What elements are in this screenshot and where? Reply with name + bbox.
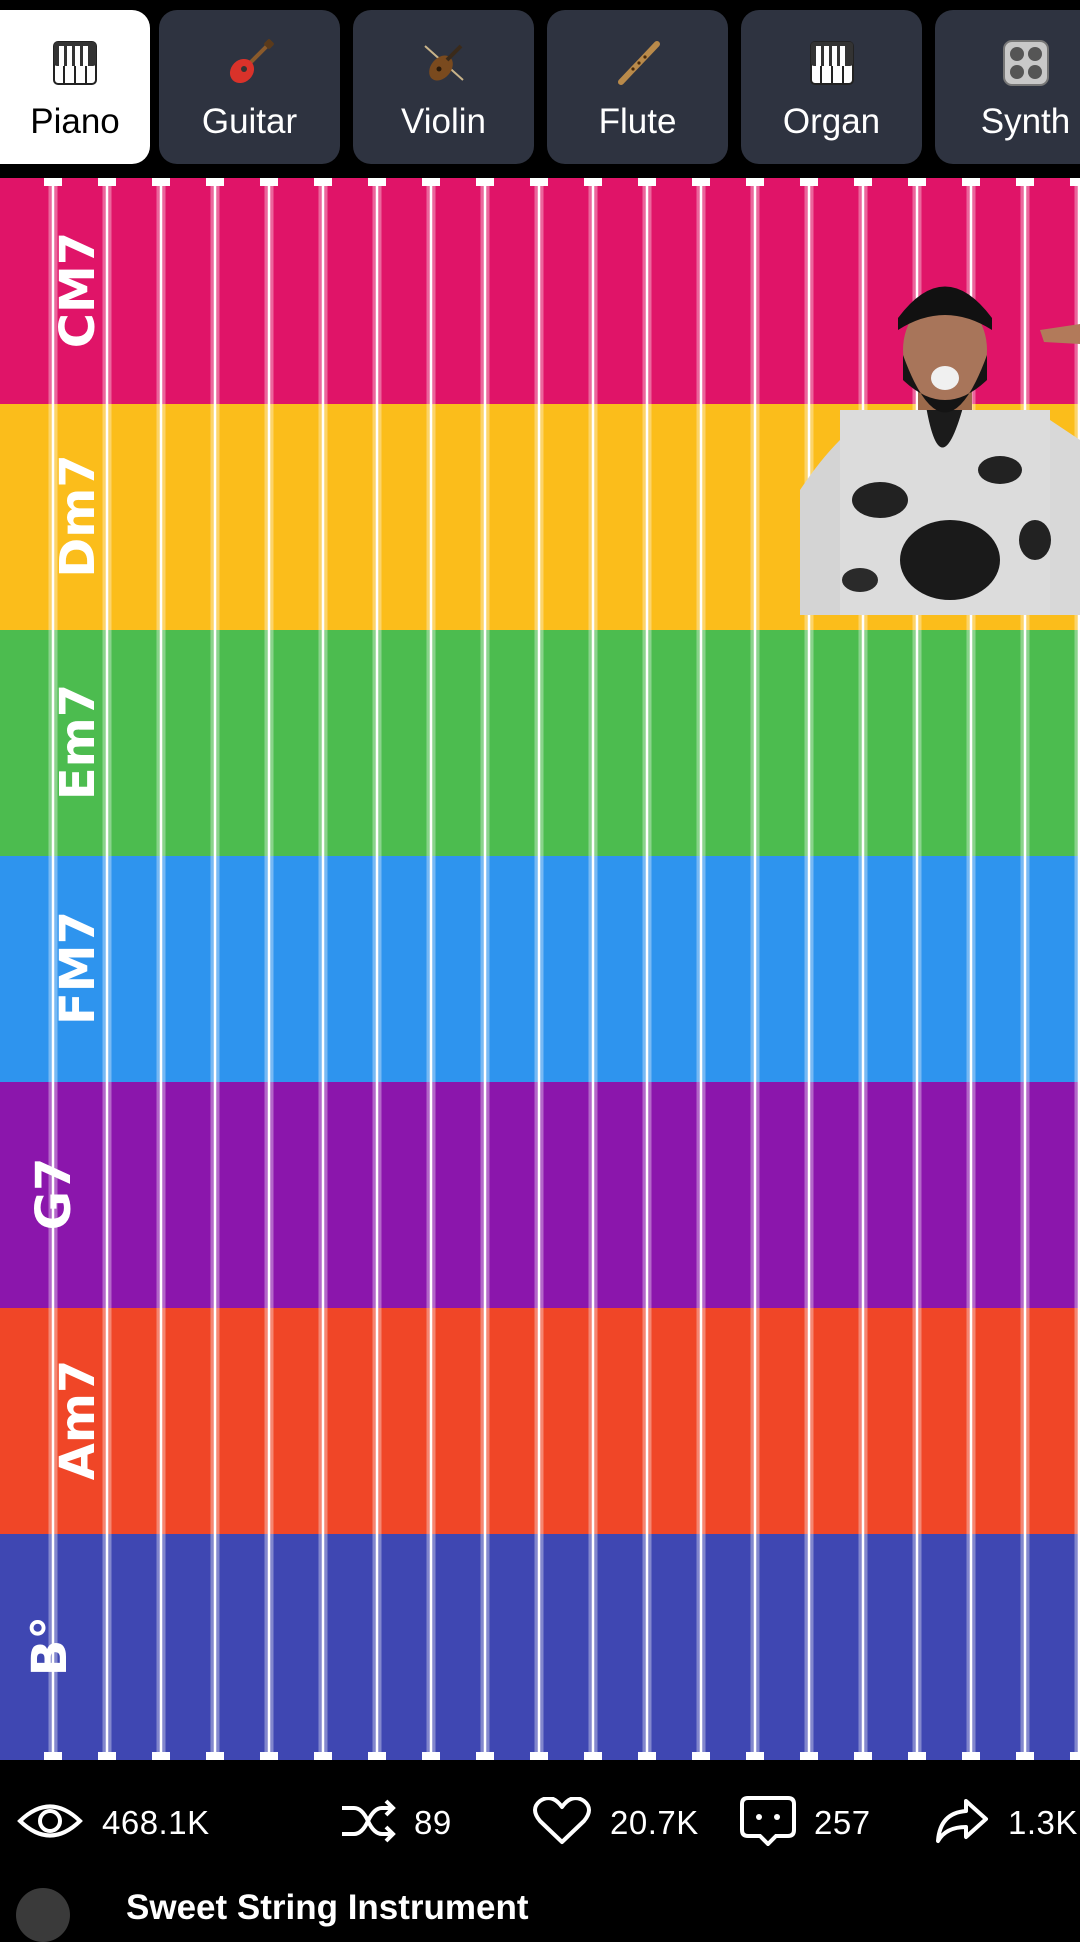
video-title[interactable]: Sweet String Instrument	[126, 1888, 529, 1928]
tab-label: Synth	[980, 102, 1071, 141]
heart-icon	[532, 1795, 592, 1850]
tab-guitar[interactable]: Guitar	[159, 10, 340, 164]
instrument-tab-bar: Piano Guitar Violin Flute Organ Synth	[0, 0, 1080, 170]
chord-label: CM7	[50, 231, 106, 349]
eye-icon	[16, 1798, 84, 1849]
chord-row-fm7[interactable]	[0, 856, 1080, 1082]
piano-icon	[0, 40, 150, 86]
chord-label: Am7	[50, 1359, 106, 1481]
comment-icon	[740, 1795, 796, 1851]
presenter-photo	[800, 260, 1080, 615]
tab-label: Flute	[598, 102, 677, 141]
avatar[interactable]	[16, 1888, 70, 1942]
views-count: 468.1K	[102, 1804, 210, 1841]
chord-label: G7	[26, 1157, 82, 1231]
remix-button[interactable]: 89	[340, 1798, 452, 1849]
chord-row-bdim[interactable]	[0, 1534, 1080, 1760]
chord-label: FM7	[50, 911, 106, 1025]
tab-synth[interactable]: Synth	[935, 10, 1080, 164]
comment-button[interactable]: 257	[740, 1795, 871, 1847]
tab-label: Organ	[782, 102, 881, 141]
tab-organ[interactable]: Organ	[741, 10, 922, 164]
organ-icon	[741, 40, 922, 86]
like-button[interactable]: 20.7K	[532, 1795, 699, 1846]
chord-label: Dm7	[50, 454, 106, 578]
share-arrow-icon	[934, 1797, 990, 1850]
tab-label: Guitar	[201, 102, 298, 141]
violin-icon	[353, 40, 534, 86]
chord-row-am7[interactable]	[0, 1308, 1080, 1534]
chord-row-em7[interactable]	[0, 630, 1080, 856]
tab-label: Violin	[401, 102, 486, 141]
shuffle-icon	[340, 1798, 396, 1849]
comments-count: 257	[814, 1804, 871, 1841]
tab-flute[interactable]: Flute	[547, 10, 728, 164]
share-button[interactable]: 1.3K	[934, 1798, 1078, 1846]
tab-label: Piano	[30, 102, 120, 141]
synth-icon	[935, 40, 1080, 86]
guitar-icon	[159, 39, 340, 86]
chord-label: B°	[22, 1615, 78, 1677]
chord-label: Em7	[50, 683, 106, 801]
likes-count: 20.7K	[610, 1804, 699, 1841]
remix-count: 89	[414, 1804, 452, 1841]
flute-icon	[547, 40, 728, 86]
chord-row-g7[interactable]	[0, 1082, 1080, 1308]
views-stat: 468.1K	[16, 1800, 210, 1846]
shares-count: 1.3K	[1008, 1804, 1078, 1841]
tab-violin[interactable]: Violin	[353, 10, 534, 164]
tab-piano[interactable]: Piano	[0, 10, 150, 164]
